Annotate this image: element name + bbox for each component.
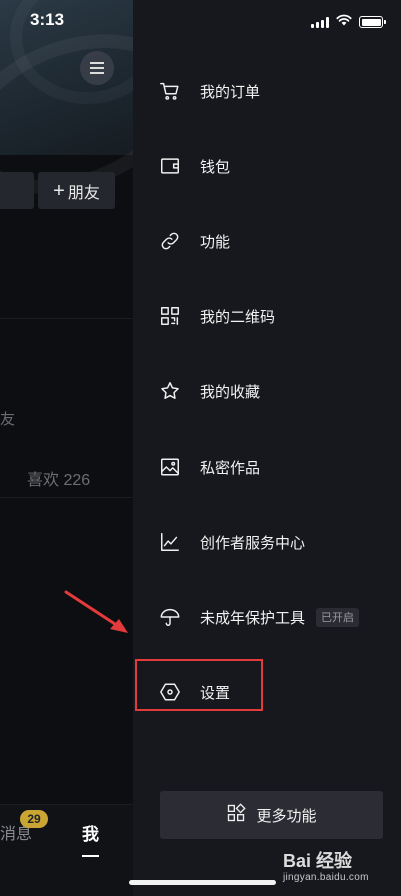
side-drawer: 我的订单 钱包 功能 我的二维码 我的收藏 私密作品 创作者服务中心 未成年保护… [133, 0, 401, 896]
enabled-status-badge: 已开启 [316, 607, 359, 627]
drawer-item-label: 创作者服务中心 [200, 534, 306, 552]
divider [0, 318, 133, 319]
messages-count-badge: 29 [20, 810, 48, 828]
battery-icon [359, 16, 386, 28]
drawer-item-label: 我的收藏 [200, 383, 261, 401]
drawer-item-private-works[interactable]: 私密作品 [133, 447, 401, 487]
drawer-item-label: 我的二维码 [200, 308, 276, 326]
image-icon [158, 455, 182, 479]
link-icon [158, 229, 182, 253]
more-features-button[interactable]: 更多功能 [160, 791, 383, 839]
nav-me-underline [82, 855, 99, 857]
cart-icon [158, 79, 182, 103]
profile-page-background: + 朋友 友 喜欢 226 消息 29 我 [0, 0, 133, 896]
drawer-item-label: 钱包 [200, 158, 231, 176]
drawer-item-favorites[interactable]: 我的收藏 [133, 371, 401, 411]
menu-button[interactable] [80, 51, 114, 85]
drawer-item-creator-center[interactable]: 创作者服务中心 [133, 522, 401, 562]
umbrella-icon [158, 605, 182, 629]
qr-code-icon [158, 304, 182, 328]
tab-likes[interactable]: 喜欢 226 [27, 466, 90, 490]
watermark-url: jingyan.baidu.com [283, 872, 369, 883]
drawer-item-label: 功能 [200, 233, 231, 251]
wallet-icon [158, 154, 182, 178]
cellular-signal-icon [311, 16, 329, 28]
chart-icon [158, 530, 182, 554]
add-friend-button[interactable]: + 朋友 [38, 172, 115, 209]
divider [0, 497, 133, 498]
home-indicator[interactable] [129, 880, 276, 885]
pointer-arrow-icon [64, 590, 128, 633]
drawer-item-label: 未成年保护工具 [200, 609, 306, 627]
drawer-item-orders[interactable]: 我的订单 [133, 71, 401, 111]
plus-icon: + [53, 179, 65, 202]
wifi-icon [336, 13, 352, 31]
drawer-item-qr-code[interactable]: 我的二维码 [133, 296, 401, 336]
drawer-item-label: 我的订单 [200, 83, 261, 101]
status-icons [311, 13, 386, 31]
status-time: 3:13 [30, 10, 65, 29]
baidu-watermark: Bai 经验 jingyan.baidu.com [283, 852, 395, 883]
drawer-item-minor-protection[interactable]: 未成年保护工具 已开启 [133, 597, 401, 637]
hamburger-icon [90, 62, 104, 74]
profile-header-background [0, 0, 133, 155]
drawer-item-label: 私密作品 [200, 459, 261, 477]
add-friend-label: 朋友 [67, 184, 100, 202]
drawer-item-wallet[interactable]: 钱包 [133, 146, 401, 186]
drawer-item-features[interactable]: 功能 [133, 221, 401, 261]
tab-fragment[interactable]: 友 [0, 408, 15, 429]
highlight-box [135, 659, 263, 711]
star-icon [158, 379, 182, 403]
grid-icon [226, 803, 247, 827]
nav-me[interactable]: 我 [82, 820, 99, 845]
edit-profile-button[interactable] [0, 172, 34, 209]
more-features-label: 更多功能 [256, 807, 317, 825]
watermark-text: Bai 经验 [283, 851, 353, 871]
